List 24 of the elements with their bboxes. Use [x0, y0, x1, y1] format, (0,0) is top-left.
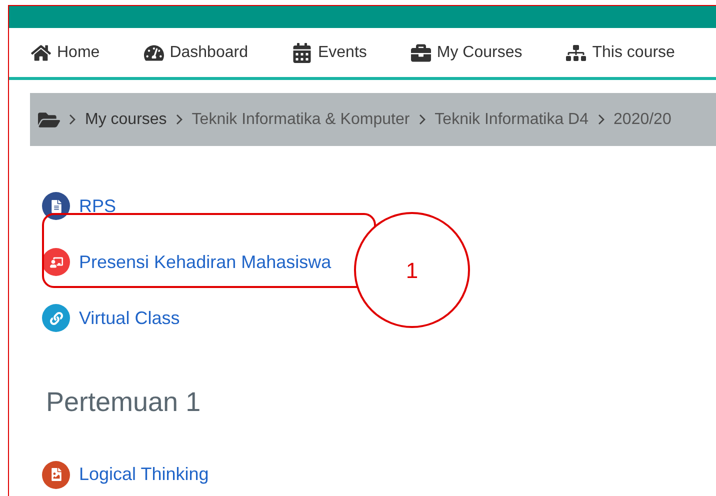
activity-link[interactable]: RPS [79, 192, 116, 220]
briefcase-icon [410, 42, 431, 62]
chevron-icon [176, 114, 183, 125]
nav-link[interactable]: Events [292, 40, 367, 64]
breadcrumb-link[interactable]: Teknik Informatika & Komputer [192, 108, 410, 132]
nav-link[interactable]: This course [566, 40, 675, 64]
breadcrumb-link[interactable]: 2020/20 [614, 108, 672, 132]
sitemap-icon [566, 42, 586, 62]
chevron-icon [418, 114, 426, 125]
breadcrumb-link[interactable]: Teknik Informatika D4 [434, 108, 589, 132]
nav-link[interactable]: My Courses [410, 40, 522, 64]
activity-link[interactable]: Logical Thinking [79, 461, 209, 488]
activity-link[interactable]: Presensi Kehadiran Mahasiswa [79, 248, 332, 276]
activity-link[interactable]: Virtual Class [79, 304, 180, 332]
gauge-icon [144, 42, 164, 62]
chevron-icon [69, 114, 76, 125]
callout-number: 1 [406, 256, 418, 284]
nav-link[interactable]: Home [31, 40, 100, 64]
calendar-icon [292, 42, 312, 62]
home-icon [31, 42, 51, 62]
breadcrumb-link[interactable]: My courses [85, 108, 167, 132]
nav-link[interactable]: Dashboard [144, 40, 248, 64]
chevron-icon [598, 114, 605, 125]
section-heading: Pertemuan 1 [46, 386, 202, 419]
